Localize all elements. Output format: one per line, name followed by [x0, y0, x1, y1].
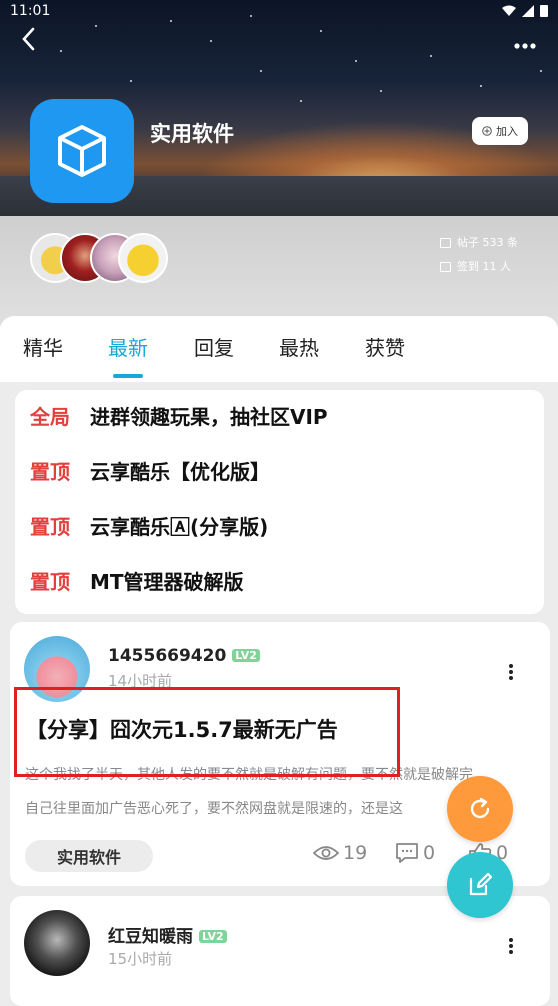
user-avatar[interactable] — [24, 910, 90, 976]
author-name: 1455669420 — [108, 646, 227, 666]
level-badge: LV2 — [199, 930, 227, 943]
forum-stats: 帖子 533 条 签到 11 人 — [440, 231, 518, 279]
forum-title: 实用软件 — [150, 122, 234, 146]
join-button[interactable]: 加入 — [472, 117, 528, 145]
pinned-item[interactable]: 置顶 MT管理器破解版 — [30, 565, 244, 595]
more-dots-icon — [514, 43, 536, 49]
comment-icon — [396, 843, 418, 863]
join-label: 加入 — [496, 125, 518, 138]
pinned-posts-card: 全局 进群领趣玩果，抽社区VIP 置顶 云享酷乐【优化版】 置顶 云享酷乐🄰(分… — [15, 390, 544, 614]
status-icons — [502, 4, 548, 17]
comments-value: 0 — [423, 842, 436, 864]
comments-count[interactable]: 0 — [395, 842, 435, 864]
views-value: 19 — [343, 842, 368, 864]
compose-post-button[interactable] — [447, 852, 513, 918]
box-icon — [58, 125, 106, 177]
tab-hottest[interactable]: 最热 — [279, 332, 319, 361]
chevron-left-icon — [22, 27, 35, 51]
active-tab-indicator — [113, 374, 143, 378]
tab-latest[interactable]: 最新 — [108, 332, 148, 361]
post-time: 15小时前 — [108, 950, 173, 968]
author-name: 红豆知暖雨 — [108, 927, 193, 947]
pin-title: MT管理器破解版 — [90, 569, 244, 594]
battery-icon — [540, 5, 548, 17]
post-more-button[interactable] — [509, 662, 515, 682]
views-count: 19 — [313, 842, 367, 864]
post-more-button[interactable] — [509, 936, 515, 956]
level-badge: LV2 — [232, 649, 260, 662]
checkin-stat: 签到 11 人 — [440, 255, 518, 279]
wifi-icon — [502, 5, 516, 16]
pinned-item[interactable]: 全局 进群领趣玩果，抽社区VIP — [30, 400, 328, 430]
pin-tag: 置顶 — [30, 514, 70, 539]
posts-icon — [440, 238, 451, 248]
more-options-button[interactable] — [514, 30, 536, 55]
tab-liked[interactable]: 获赞 — [365, 332, 405, 361]
plus-circle-icon — [482, 126, 492, 136]
tab-bar: 精华 最新 回复 最热 获赞 — [0, 316, 558, 382]
calendar-icon — [440, 262, 451, 272]
pinned-item[interactable]: 置顶 云享酷乐🄰(分享版) — [30, 510, 268, 540]
pin-tag: 全局 — [30, 404, 70, 429]
posts-stat-text: 帖子 533 条 — [457, 236, 518, 249]
highlight-annotation-box — [14, 687, 400, 777]
pin-title: 云享酷乐🄰(分享版) — [90, 514, 269, 539]
edit-icon — [469, 872, 493, 896]
signal-icon — [522, 4, 534, 17]
back-button[interactable] — [16, 26, 42, 52]
tab-featured[interactable]: 精华 — [23, 332, 63, 361]
category-chip[interactable]: 实用软件 — [25, 840, 153, 872]
posts-stat: 帖子 533 条 — [440, 231, 518, 255]
refresh-icon — [470, 797, 490, 819]
pin-tag: 置顶 — [30, 569, 70, 594]
refresh-button[interactable] — [447, 776, 513, 842]
status-bar: 11:01 — [0, 0, 558, 24]
post-author[interactable]: 红豆知暖雨 LV2 — [108, 922, 227, 947]
pin-tag: 置顶 — [30, 459, 70, 484]
status-time: 11:01 — [10, 3, 51, 19]
tab-replies[interactable]: 回复 — [194, 332, 234, 361]
member-avatar — [118, 233, 168, 283]
pin-title: 进群领趣玩果，抽社区VIP — [90, 404, 328, 429]
pinned-item[interactable]: 置顶 云享酷乐【优化版】 — [30, 455, 270, 485]
checkin-stat-text: 签到 11 人 — [457, 260, 511, 273]
pin-title: 云享酷乐【优化版】 — [90, 459, 270, 484]
eye-icon — [313, 846, 339, 860]
forum-icon — [30, 99, 134, 203]
post-author[interactable]: 1455669420 LV2 — [108, 646, 260, 666]
